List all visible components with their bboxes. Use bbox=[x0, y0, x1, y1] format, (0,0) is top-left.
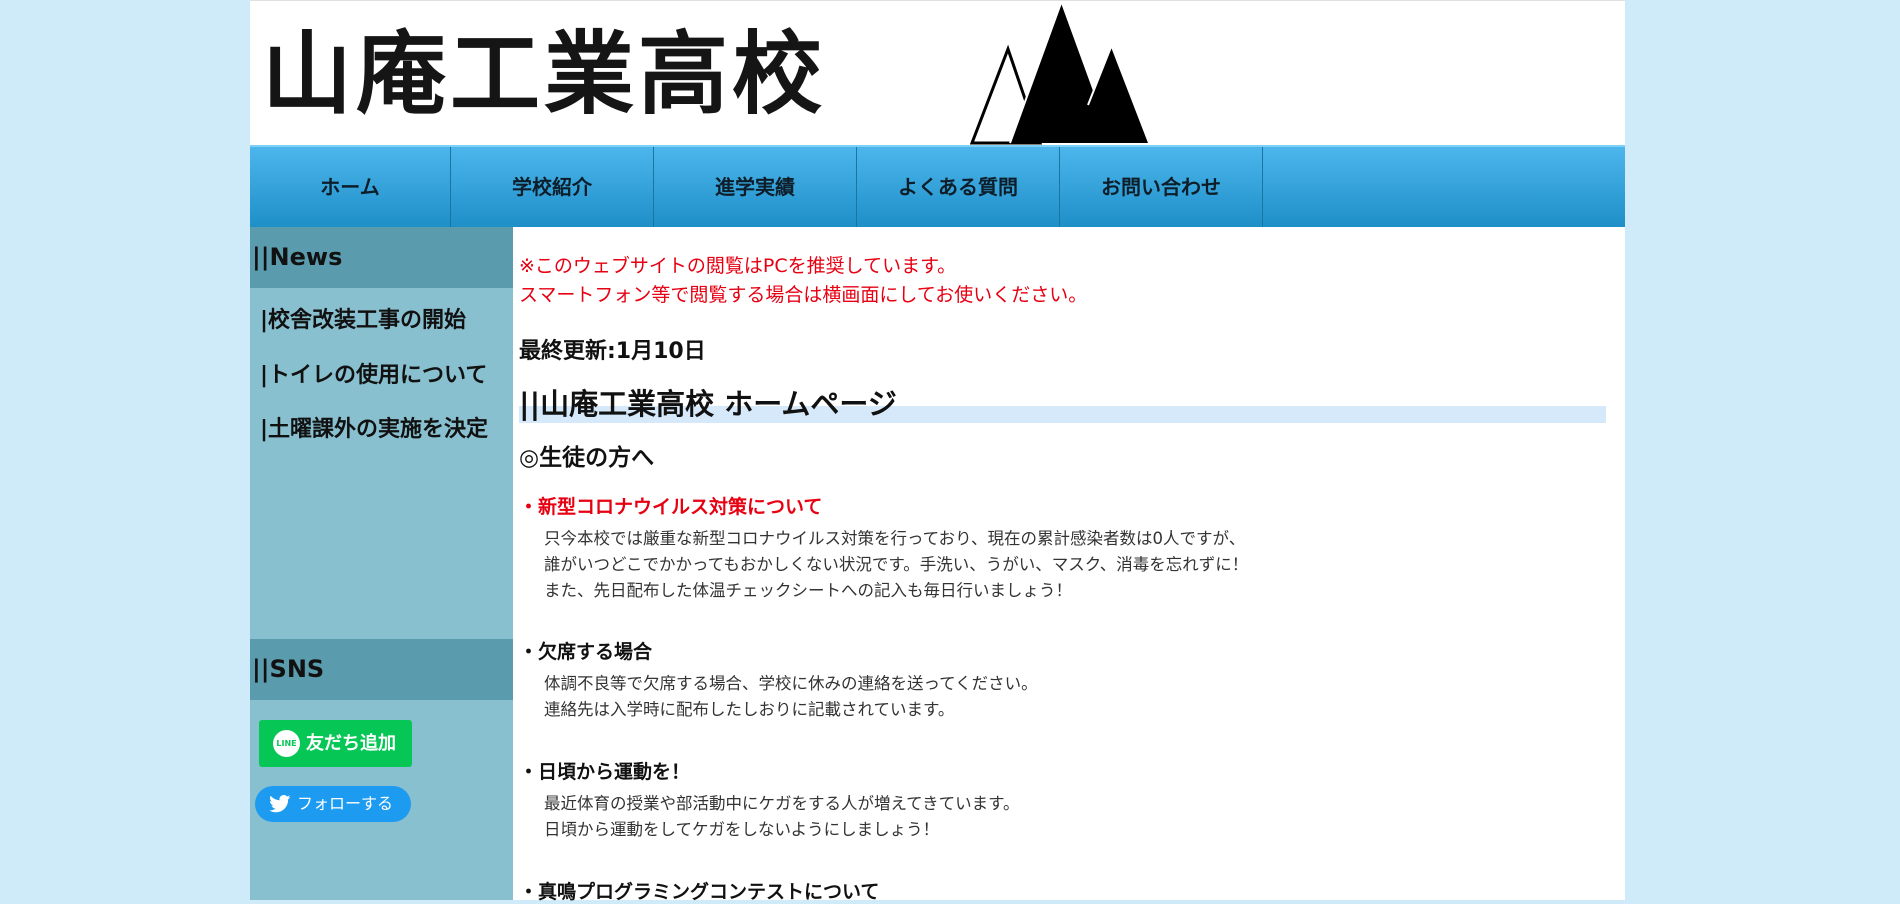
twitter-follow-button[interactable]: フォローする bbox=[255, 786, 411, 822]
students-heading: ◎生徒の方へ bbox=[519, 445, 655, 471]
section-title-absence: ・欠席する場合 bbox=[519, 641, 653, 663]
line-icon: LINE bbox=[273, 730, 300, 757]
pc-recommendation-notice: ※このウェブサイトの閲覧はPCを推奨しています。 スマートフォン等で閲覧する場合… bbox=[519, 252, 1087, 310]
twitter-button-label: フォローする bbox=[297, 794, 394, 813]
school-logo[interactable]: 山庵工業高校 bbox=[262, 19, 826, 129]
news-heading: ||News bbox=[250, 227, 513, 288]
section-title-covid: ・新型コロナウイルス対策について bbox=[519, 496, 823, 518]
line-add-friend-button[interactable]: LINE 友だち追加 bbox=[259, 720, 412, 767]
nav-item-results[interactable]: 進学実績 bbox=[654, 147, 857, 227]
body-line: 最近体育の授業や部活動中にケガをする人が増えてきています。 bbox=[544, 794, 1020, 813]
site-header: 山庵工業高校 bbox=[250, 0, 1625, 145]
notice-line: ※このウェブサイトの閲覧はPCを推奨しています。 bbox=[519, 255, 957, 277]
section-body-absence: 体調不良等で欠席する場合、学校に休みの連絡を送ってください。 連絡先は入学時に配… bbox=[544, 671, 1038, 723]
section-title-exercise: ・日頃から運動を！ bbox=[519, 761, 691, 783]
main-nav: ホーム 学校紹介 進学実績 よくある質問 お問い合わせ bbox=[250, 145, 1625, 227]
mountain-logo-icon bbox=[970, 2, 1148, 145]
nav-item-about[interactable]: 学校紹介 bbox=[451, 147, 654, 227]
main-content: ※このウェブサイトの閲覧はPCを推奨しています。 スマートフォン等で閲覧する場合… bbox=[519, 227, 1619, 903]
sns-heading: ||SNS bbox=[250, 639, 513, 700]
line-button-label: 友だち追加 bbox=[306, 733, 396, 754]
nav-item-faq[interactable]: よくある質問 bbox=[857, 147, 1060, 227]
body-line: 体調不良等で欠席する場合、学校に休みの連絡を送ってください。 bbox=[544, 674, 1038, 693]
last-updated: 最終更新:1月10日 bbox=[519, 339, 706, 364]
news-link-toilet[interactable]: |トイレの使用について bbox=[260, 357, 487, 389]
page-title: ||山庵工業高校 ホームページ bbox=[519, 387, 897, 421]
body-line: 日頃から運動をしてケガをしないようにしましょう！ bbox=[544, 820, 940, 839]
body-line: また、先日配布した体温チェックシートへの記入も毎日行いましょう！ bbox=[544, 581, 1072, 600]
nav-item-contact[interactable]: お問い合わせ bbox=[1060, 147, 1263, 227]
sidebar: ||News |校舎改装工事の開始 |トイレの使用について |土曜課外の実施を決… bbox=[250, 227, 513, 900]
body-line: 只今本校では厳重な新型コロナウイルス対策を行っており、現在の累計感染者数は0人で… bbox=[544, 529, 1246, 548]
twitter-bird-icon bbox=[269, 795, 291, 813]
notice-line: スマートフォン等で閲覧する場合は横画面にしてお使いください。 bbox=[519, 284, 1088, 306]
nav-item-home[interactable]: ホーム bbox=[250, 147, 451, 227]
section-body-covid: 只今本校では厳重な新型コロナウイルス対策を行っており、現在の累計感染者数は0人で… bbox=[544, 526, 1248, 604]
body-line: 連絡先は入学時に配布したしおりに記載されています。 bbox=[544, 700, 955, 719]
news-link-renovation[interactable]: |校舎改装工事の開始 bbox=[260, 302, 466, 334]
page-container: 山庵工業高校 ホーム 学校紹介 進学実績 よくある質問 お問い合わせ ||New… bbox=[250, 0, 1625, 903]
news-link-saturday-class[interactable]: |土曜課外の実施を決定 bbox=[260, 411, 488, 443]
section-body-exercise: 最近体育の授業や部活動中にケガをする人が増えてきています。 日頃から運動をしてケ… bbox=[544, 791, 1020, 843]
body-line: 誰がいつどこでかかってもおかしくない状況です。手洗い、うがい、マスク、消毒を忘れ… bbox=[544, 555, 1249, 574]
page-title-block: ||山庵工業高校 ホームページ bbox=[519, 381, 1606, 425]
